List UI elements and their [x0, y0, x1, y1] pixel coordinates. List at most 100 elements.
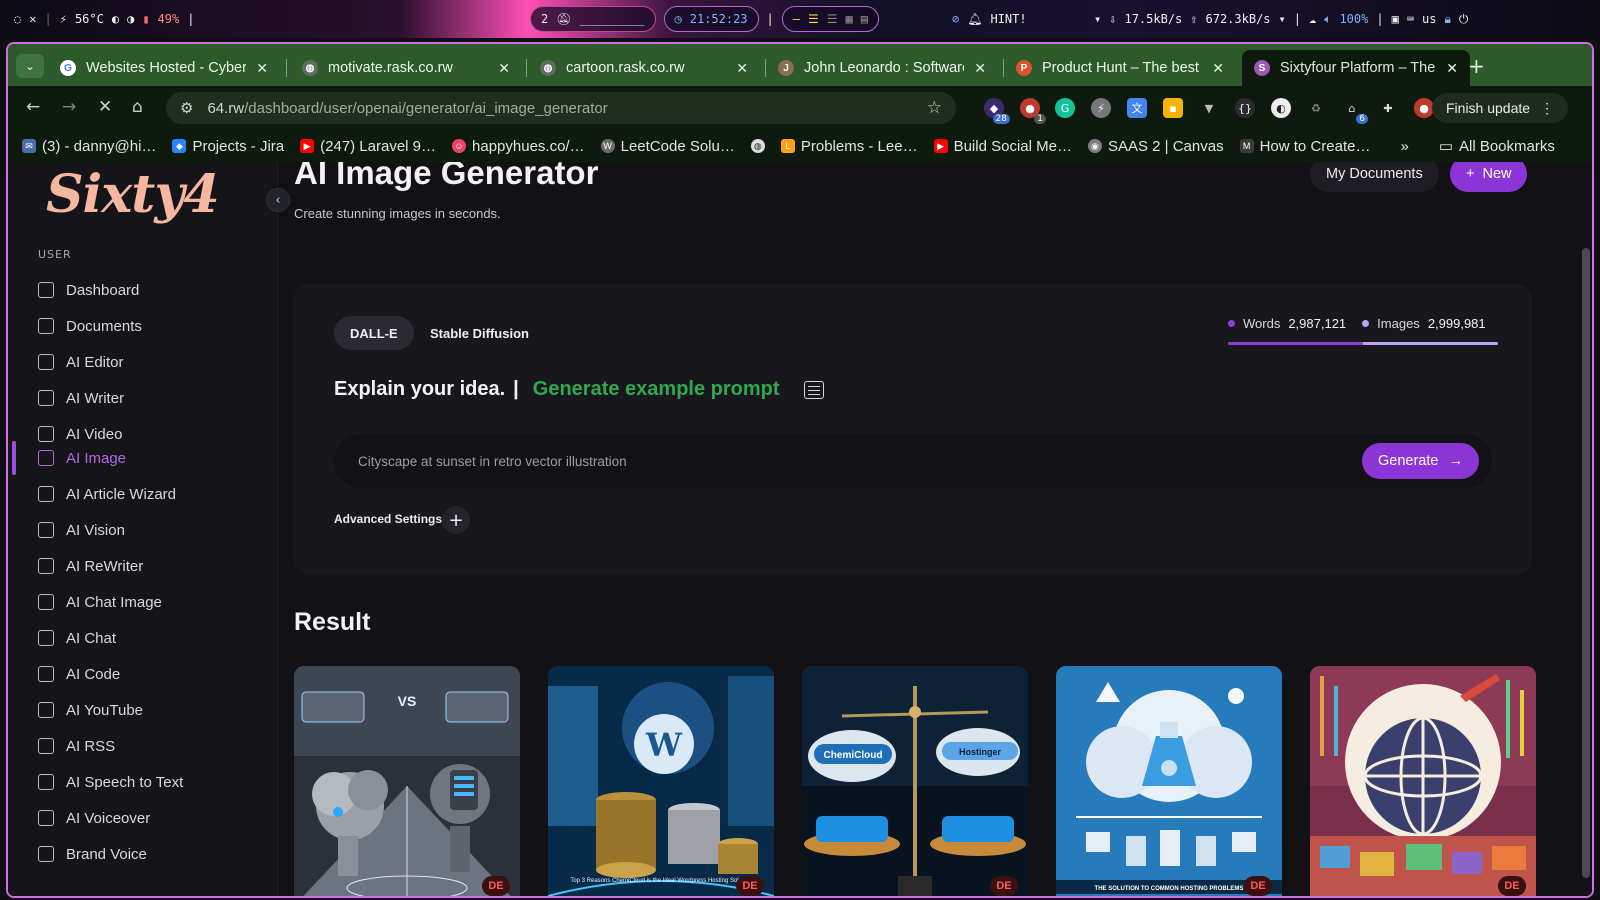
- chemicloud-label: ChemiCloud: [824, 750, 883, 761]
- sidebar-item-ai-article-wizard[interactable]: AI Article Wizard: [38, 480, 176, 508]
- profile-avatar-icon[interactable]: ●: [1414, 98, 1434, 118]
- tab-cartoon[interactable]: ◍ cartoon.rask.co.rw ✕: [528, 50, 760, 86]
- sidebar-collapse-button[interactable]: ‹: [266, 188, 290, 212]
- bookmark-item[interactable]: ✉ (3) - danny@hi…: [14, 138, 164, 155]
- bookmark-item[interactable]: M How to Create…: [1232, 138, 1379, 155]
- sidebar-item-ai-image[interactable]: AI Image: [38, 444, 126, 472]
- bookmark-item[interactable]: ◆ Projects - Jira: [164, 138, 292, 155]
- bookmark-star-icon[interactable]: ☆: [927, 98, 942, 118]
- sidebar-item-ai-chat-image[interactable]: AI Chat Image: [38, 588, 162, 616]
- power-icon[interactable]: ⏻: [1459, 12, 1469, 27]
- prompt-library-icon[interactable]: [803, 380, 824, 399]
- layout-tile-icon[interactable]: ☰: [808, 12, 819, 26]
- result-image-5[interactable]: DE: [1310, 666, 1536, 896]
- sidebar-item-ai-vision[interactable]: AI Vision: [38, 516, 125, 544]
- site-settings-icon[interactable]: ⚙: [180, 99, 193, 117]
- finish-update-button[interactable]: Finish update ⋮: [1432, 93, 1569, 123]
- url-text[interactable]: 64.rw/dashboard/user/openai/generator/ai…: [207, 100, 607, 117]
- my-documents-button[interactable]: My Documents: [1310, 162, 1439, 192]
- new-button[interactable]: + New: [1450, 162, 1528, 192]
- tab-search-button[interactable]: ⌄: [16, 54, 44, 78]
- close-icon[interactable]: ✕: [256, 60, 268, 77]
- close-icon[interactable]: ✕: [498, 60, 510, 77]
- tab-motivate[interactable]: ◍ motivate.rask.co.rw ✕: [290, 50, 522, 86]
- prompt-input[interactable]: [334, 434, 1492, 488]
- generate-button[interactable]: Generate →: [1362, 443, 1479, 479]
- generate-example-prompt-link[interactable]: Generate example prompt: [533, 378, 780, 401]
- bookmarks-overflow-button[interactable]: »: [1392, 138, 1416, 155]
- tab-dall-e[interactable]: DALL-E: [334, 316, 414, 350]
- bookmark-item[interactable]: L Problems - Lee…: [773, 138, 926, 155]
- sidebar-item-brand-voice[interactable]: Brand Voice: [38, 840, 147, 868]
- all-bookmarks-label: All Bookmarks: [1459, 137, 1555, 155]
- back-arrow-icon[interactable]: ←: [26, 97, 40, 117]
- puzzle-icon[interactable]: ✚: [1378, 98, 1398, 118]
- tab-product-hunt[interactable]: P Product Hunt – The best n ✕: [1004, 50, 1236, 86]
- result-image-1[interactable]: VS DE: [294, 666, 520, 896]
- scrollbar-thumb[interactable]: [1582, 248, 1590, 878]
- close-icon[interactable]: ✕: [736, 60, 748, 77]
- layout-min-icon[interactable]: —: [793, 12, 800, 26]
- usage-progress-bar: [1228, 342, 1498, 345]
- logo[interactable]: Sixty4: [46, 164, 220, 225]
- extension-circle-icon[interactable]: ◐: [1271, 98, 1291, 118]
- home-icon[interactable]: ⌂: [132, 97, 143, 117]
- sidebar-item-ai-editor[interactable]: AI Editor: [38, 348, 124, 376]
- address-bar[interactable]: ⚙ 64.rw/dashboard/user/openai/generator/…: [166, 92, 956, 124]
- sidebar-item-ai-writer[interactable]: AI Writer: [38, 384, 124, 412]
- new-tab-button[interactable]: +: [1468, 54, 1485, 78]
- sidebar-item-ai-code[interactable]: AI Code: [38, 660, 120, 688]
- extension-bolt-icon[interactable]: ⚡: [1091, 98, 1111, 118]
- tab-john-leonardo[interactable]: J John Leonardo : Software ✕: [766, 50, 998, 86]
- padlock-icon[interactable]: 🔒︎: [1445, 12, 1451, 27]
- clock-pill[interactable]: ◷ 21:52:23: [663, 6, 759, 32]
- grammarly-icon[interactable]: G: [1055, 98, 1075, 118]
- stop-loading-icon[interactable]: ✕: [98, 97, 112, 117]
- translate-icon[interactable]: 文: [1127, 98, 1147, 118]
- bookmark-item[interactable]: ◍: [743, 139, 773, 153]
- advanced-settings-toggle[interactable]: +: [442, 506, 470, 534]
- sidebar-item-ai-rss[interactable]: AI RSS: [38, 732, 115, 760]
- sidebar-item-ai-rewriter[interactable]: AI ReWriter: [38, 552, 143, 580]
- hint-label[interactable]: HINT!: [990, 12, 1026, 26]
- close-icon[interactable]: ✕: [1446, 60, 1458, 77]
- volume-icon[interactable]: 🔈︎: [1324, 12, 1331, 27]
- json-icon[interactable]: {}: [1235, 98, 1255, 118]
- close-icon[interactable]: ✕: [974, 60, 986, 77]
- layout-grid-icon[interactable]: ▦: [846, 12, 853, 26]
- sidebar-item-ai-voiceover[interactable]: AI Voiceover: [38, 804, 150, 832]
- tab-stable-diffusion[interactable]: Stable Diffusion: [430, 316, 529, 350]
- extension-2-icon[interactable]: ● 1: [1020, 98, 1046, 124]
- extension-house-icon[interactable]: ⌂ 6: [1342, 98, 1368, 124]
- layout-switcher[interactable]: — ☰ ☰ ▦ ▤: [781, 6, 879, 32]
- close-icon[interactable]: ✕: [1212, 60, 1224, 77]
- droplet-icon[interactable]: ◌: [14, 12, 21, 26]
- workspace-indicator[interactable]: 2 🔕︎ _________: [530, 6, 656, 32]
- eye-off-icon[interactable]: ⊘: [952, 12, 959, 26]
- leaf-icon[interactable]: ✕: [29, 12, 36, 26]
- sidebar-item-ai-youtube[interactable]: AI YouTube: [38, 696, 143, 724]
- forward-arrow-icon[interactable]: →: [62, 97, 76, 117]
- tab-websites-hosted[interactable]: G Websites Hosted - Cyber ✕: [48, 50, 280, 86]
- keep-icon[interactable]: ▪: [1163, 98, 1183, 118]
- sidebar-item-documents[interactable]: Documents: [38, 312, 142, 340]
- result-image-2[interactable]: W Top 3 Reasons ChemiCloud is the Ideal …: [548, 666, 774, 896]
- bookmark-item[interactable]: ◉ SAAS 2 | Canvas: [1080, 138, 1232, 155]
- bookmark-item[interactable]: ▶ (247) Laravel 9…: [292, 138, 444, 155]
- bookmark-item[interactable]: ▶ Build Social Me…: [926, 138, 1080, 155]
- all-bookmarks-button[interactable]: ▭ All Bookmarks: [1431, 137, 1563, 156]
- tab-sixtyfour[interactable]: S Sixtyfour Platform – The U ✕: [1242, 50, 1470, 86]
- recycle-icon[interactable]: ♻: [1306, 98, 1326, 118]
- bookmark-item[interactable]: W LeetCode Solu…: [593, 138, 743, 155]
- vue-devtools-icon[interactable]: ▼: [1199, 98, 1219, 118]
- sidebar-item-ai-speech-to-text[interactable]: AI Speech to Text: [38, 768, 183, 796]
- sidebar-item-dashboard[interactable]: Dashboard: [38, 276, 139, 304]
- bookmark-item[interactable]: ☺ happyhues.co/…: [444, 138, 593, 155]
- advanced-settings-label[interactable]: Advanced Settings: [334, 512, 442, 526]
- result-image-4[interactable]: THE SOLUTION TO COMMON HOSTING PROBLEMS …: [1056, 666, 1282, 896]
- layout-list-icon[interactable]: ☰: [827, 12, 838, 26]
- layout-stack-icon[interactable]: ▤: [861, 12, 868, 26]
- result-image-3[interactable]: ChemiCloud Hostinger DE: [802, 666, 1028, 896]
- sidebar-item-ai-chat[interactable]: AI Chat: [38, 624, 116, 652]
- extension-1-icon[interactable]: ◆ 28: [984, 98, 1010, 124]
